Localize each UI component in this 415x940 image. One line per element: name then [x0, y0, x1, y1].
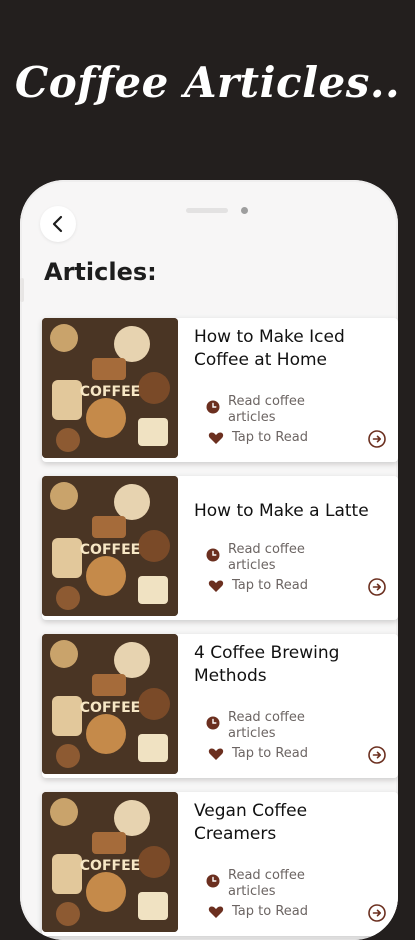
tap-to-read-label: Tap to Read [232, 904, 308, 919]
tap-to-read[interactable]: Tap to Read [208, 904, 308, 919]
article-title: 4 Coffee Brewing Methods [194, 643, 340, 686]
tap-to-read-label: Tap to Read [232, 746, 308, 761]
article-thumbnail: COFFEE [42, 634, 178, 774]
circle-arrow-icon [368, 578, 386, 596]
svg-text:COFFEE: COFFEE [80, 542, 140, 558]
article-thumbnail: COFFEE [42, 792, 178, 932]
article-card[interactable]: COFFEE 4 Coffee Brewing Methods Read cof… [42, 634, 398, 778]
svg-text:COFFEE: COFFEE [80, 384, 140, 400]
article-meta-text: Read coffee articles [228, 394, 305, 425]
open-article-button[interactable] [368, 904, 386, 922]
chevron-left-icon [52, 215, 63, 233]
article-title: How to Make Iced Coffee at Home [194, 327, 345, 370]
open-article-button[interactable] [368, 578, 386, 596]
tap-to-read[interactable]: Tap to Read [208, 746, 308, 761]
phone-side-button [20, 278, 24, 302]
phone-camera [241, 207, 248, 214]
tap-to-read-label: Tap to Read [232, 578, 308, 593]
article-title: Vegan Coffee Creamers [194, 801, 308, 844]
article-card[interactable]: COFFEE Vegan Coffee Creamers Read coffee… [42, 792, 398, 936]
heart-icon [208, 432, 224, 444]
article-thumbnail: COFFEE [42, 476, 178, 616]
article-meta: Read coffee articles [206, 710, 328, 742]
tap-to-read-label: Tap to Read [232, 430, 308, 445]
article-meta: Read coffee articles [206, 394, 328, 426]
clock-icon [206, 400, 220, 414]
clock-icon [206, 716, 220, 730]
open-article-button[interactable] [368, 746, 386, 764]
circle-arrow-icon [368, 904, 386, 922]
heart-icon [208, 748, 224, 760]
article-card[interactable]: COFFEE How to Make Iced Coffee at Home R… [42, 318, 398, 462]
phone-speaker [186, 208, 228, 213]
tap-to-read[interactable]: Tap to Read [208, 430, 308, 445]
svg-text:COFFEE: COFFEE [80, 700, 140, 716]
circle-arrow-icon [368, 746, 386, 764]
tap-to-read[interactable]: Tap to Read [208, 578, 308, 593]
article-meta-text: Read coffee articles [228, 710, 305, 741]
article-meta: Read coffee articles [206, 868, 328, 900]
heart-icon [208, 580, 224, 592]
svg-text:COFFEE: COFFEE [80, 858, 140, 874]
back-button[interactable] [40, 206, 76, 242]
page-title: Articles: [44, 258, 157, 286]
promo-headline: Coffee Articles.. [14, 58, 401, 107]
circle-arrow-icon [368, 430, 386, 448]
article-card[interactable]: COFFEE How to Make a Latte Read coffee a… [42, 476, 398, 620]
clock-icon [206, 874, 220, 888]
heart-icon [208, 906, 224, 918]
article-meta: Read coffee articles [206, 542, 328, 574]
clock-icon [206, 548, 220, 562]
open-article-button[interactable] [368, 430, 386, 448]
article-title: How to Make a Latte [194, 501, 369, 521]
article-meta-text: Read coffee articles [228, 542, 305, 573]
phone-mockup: Articles: COFFEE How to Make Iced Coffee… [20, 180, 398, 940]
article-thumbnail: COFFEE [42, 318, 178, 458]
article-meta-text: Read coffee articles [228, 868, 305, 899]
